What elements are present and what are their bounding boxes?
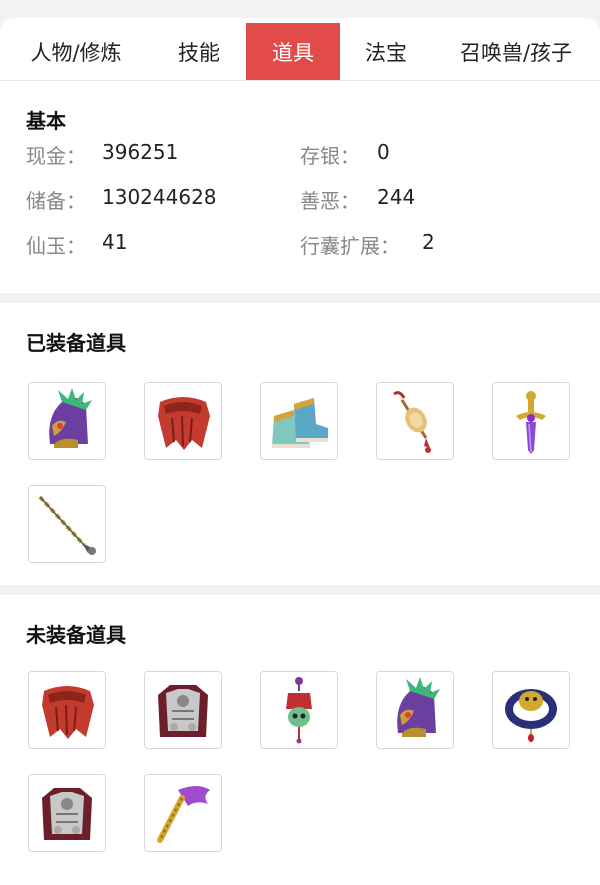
bag-expansion-label: 行囊扩展：: [300, 234, 400, 258]
cash-value: 396251: [102, 140, 179, 164]
bag-expansion-value: 2: [422, 230, 435, 254]
red-cape-icon: [42, 686, 94, 739]
equipped-title: 已装备道具: [26, 331, 126, 355]
spiked-helmet-icon: [49, 388, 92, 448]
equipped-item-6[interactable]: [28, 485, 106, 563]
karma-field: 善恶： 244: [300, 185, 415, 214]
tab-character-cultivation[interactable]: 人物/修炼: [0, 23, 152, 80]
bag-expansion-field: 行囊扩展： 2: [300, 230, 435, 259]
red-cape-icon: [158, 397, 210, 450]
unequipped-item-3[interactable]: [260, 671, 338, 749]
karma-value: 244: [377, 185, 416, 209]
unequipped-item-7[interactable]: [144, 774, 222, 852]
unequipped-section: 未装备道具: [0, 595, 600, 885]
jade-amulet-icon: [393, 391, 431, 453]
basic-title: 基本: [26, 109, 66, 133]
reserve-value: 130244628: [102, 185, 217, 209]
jade-value: 41: [102, 230, 128, 254]
equipped-item-5[interactable]: [492, 382, 570, 460]
equipped-item-4[interactable]: [376, 382, 454, 460]
bank-silver-label: 存银：: [300, 144, 360, 168]
equipped-item-1[interactable]: [28, 382, 106, 460]
unequipped-title: 未装备道具: [26, 623, 126, 647]
reserve-field: 储备： 130244628: [26, 185, 217, 214]
purple-ribbon-icon: [157, 786, 210, 843]
tab-summons-children[interactable]: 召唤兽/孩子: [432, 23, 600, 80]
ornate-boots-icon: [272, 398, 328, 448]
unequipped-item-1[interactable]: [28, 671, 106, 749]
bank-silver-value: 0: [377, 140, 390, 164]
silver-armor-icon: [158, 685, 208, 737]
chain-whip-icon: [38, 495, 96, 555]
unequipped-item-4[interactable]: [376, 671, 454, 749]
cash-label: 现金：: [26, 144, 86, 168]
unequipped-grid: [0, 648, 600, 868]
equipped-grid: [0, 356, 600, 563]
reserve-label: 储备：: [26, 189, 86, 213]
unequipped-item-2[interactable]: [144, 671, 222, 749]
tab-items[interactable]: 道具: [246, 23, 340, 80]
jade-field: 仙玉： 41: [26, 230, 127, 259]
dragon-ring-icon: [505, 689, 557, 742]
equipped-item-3[interactable]: [260, 382, 338, 460]
skull-pendant-icon: [286, 677, 312, 744]
equipped-item-2[interactable]: [144, 382, 222, 460]
jade-label: 仙玉：: [26, 234, 86, 258]
tab-skills[interactable]: 技能: [152, 23, 246, 80]
tab-treasures[interactable]: 法宝: [340, 23, 432, 80]
karma-label: 善恶：: [300, 189, 360, 213]
spiked-helmet-icon: [397, 677, 440, 737]
unequipped-item-5[interactable]: [492, 671, 570, 749]
purple-sword-hilt-icon: [516, 391, 546, 454]
tab-bar: 人物/修炼 技能 道具 法宝 召唤兽/孩子: [0, 18, 600, 81]
page: 人物/修炼 技能 道具 法宝 召唤兽/孩子 基本 现金： 396251 存银： …: [0, 0, 600, 885]
equipped-section: 已装备道具: [0, 303, 600, 585]
unequipped-item-6[interactable]: [28, 774, 106, 852]
bank-silver-field: 存银： 0: [300, 140, 390, 169]
silver-armor-icon: [42, 788, 92, 840]
cash-field: 现金： 396251: [26, 140, 178, 169]
basic-section: 基本 现金： 396251 存银： 0 储备： 130244628 善恶： 24…: [0, 81, 600, 293]
